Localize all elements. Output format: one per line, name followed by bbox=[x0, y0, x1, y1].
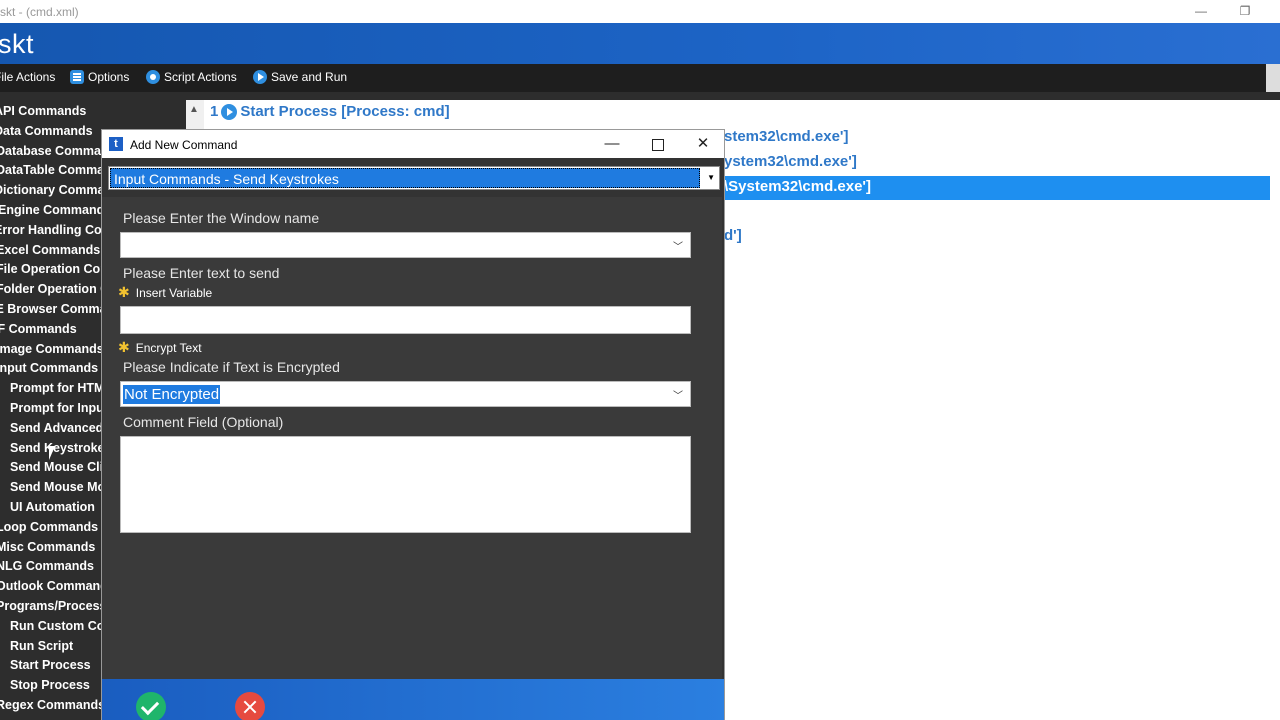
tree-category-item[interactable]: Data Commands bbox=[0, 122, 93, 140]
text-to-send-input[interactable] bbox=[120, 306, 691, 334]
command-select-value: Input Commands - Send Keystrokes bbox=[110, 168, 700, 188]
comment-label: Comment Field (Optional) bbox=[123, 414, 284, 430]
mouse-cursor-icon bbox=[49, 446, 55, 460]
window-titlebar: skt - (cmd.xml) — ❐ bbox=[0, 0, 1280, 23]
menu-script-actions[interactable]: Script Actions bbox=[146, 70, 237, 84]
menu-save-and-run-label: Save and Run bbox=[271, 70, 348, 84]
maximize-icon[interactable] bbox=[642, 134, 672, 154]
ok-button[interactable] bbox=[136, 692, 166, 720]
chevron-down-icon[interactable]: ▼ bbox=[707, 173, 715, 182]
app-name: skt bbox=[0, 29, 35, 59]
tree-category-item[interactable]: Engine Commands bbox=[0, 201, 111, 219]
app-banner: skt bbox=[0, 23, 1280, 64]
tree-category-item[interactable]: Image Commands bbox=[0, 340, 104, 358]
scroll-up-icon[interactable]: ▲ bbox=[189, 104, 199, 115]
add-command-dialog: t Add New Command — ✕ Input Commands - S… bbox=[101, 129, 725, 720]
encrypt-text-label: Encrypt Text bbox=[135, 340, 202, 355]
options-icon bbox=[70, 70, 84, 84]
dialog-footer bbox=[102, 679, 724, 720]
insert-variable-link[interactable]: ✱ Insert Variable bbox=[118, 284, 212, 301]
script-line-selected[interactable]: \System32\cmd.exe'] bbox=[724, 176, 1270, 200]
command-settings-panel: Please Enter the Window name ﹀ Please En… bbox=[102, 197, 722, 679]
tree-command-item[interactable]: Prompt for Input bbox=[10, 399, 108, 417]
restore-icon[interactable]: ❐ bbox=[1233, 2, 1257, 20]
menu-save-and-run[interactable]: Save and Run bbox=[253, 70, 347, 84]
close-icon[interactable]: ✕ bbox=[688, 134, 718, 154]
tree-category-item[interactable]: API Commands bbox=[0, 102, 86, 120]
tree-category-item[interactable]: Loop Commands bbox=[0, 518, 98, 536]
window-title: skt - (cmd.xml) bbox=[0, 5, 79, 19]
menu-options-label: Options bbox=[88, 70, 130, 84]
tree-command-item[interactable]: UI Automation bbox=[10, 498, 95, 516]
encrypted-select[interactable]: Not Encrypted ﹀ bbox=[120, 381, 691, 407]
gear-icon bbox=[146, 70, 160, 84]
tree-category-item[interactable]: NLG Commands bbox=[0, 557, 94, 575]
chevron-down-icon[interactable]: ﹀ bbox=[673, 238, 683, 253]
play-icon bbox=[221, 103, 238, 120]
chevron-down-icon[interactable]: ﹀ bbox=[673, 387, 683, 402]
tree-command-item[interactable]: Stop Process bbox=[10, 676, 90, 694]
star-icon: ✱ bbox=[118, 284, 130, 300]
line-text: Start Process [Process: cmd] bbox=[240, 103, 450, 120]
tree-category-item[interactable]: Excel Commands bbox=[0, 241, 100, 259]
dialog-titlebar: t Add New Command — ✕ bbox=[102, 130, 724, 158]
menu-file-actions[interactable]: File Actions bbox=[0, 70, 55, 84]
menu-bar: File Actions Options Script Actions Save… bbox=[0, 64, 1280, 92]
encrypted-label: Please Indicate if Text is Encrypted bbox=[123, 359, 340, 375]
tree-command-item[interactable]: Send Keystrokes bbox=[10, 439, 111, 457]
menu-script-actions-label: Script Actions bbox=[164, 70, 237, 84]
star-icon: ✱ bbox=[118, 339, 130, 355]
play-icon bbox=[253, 70, 267, 84]
command-select[interactable]: Input Commands - Send Keystrokes ▼ bbox=[108, 166, 720, 190]
tree-category-item[interactable]: Misc Commands bbox=[0, 538, 95, 556]
window-name-label: Please Enter the Window name bbox=[123, 210, 320, 226]
tree-category-item[interactable]: Regex Commands bbox=[0, 696, 105, 714]
dialog-title: Add New Command bbox=[130, 138, 238, 152]
menu-file-actions-label: File Actions bbox=[0, 70, 56, 84]
encrypted-value: Not Encrypted bbox=[123, 385, 221, 404]
tree-category-item[interactable]: Outlook Commands bbox=[0, 577, 115, 595]
tree-command-item[interactable]: Run Script bbox=[10, 637, 73, 655]
script-line[interactable]: stem32\cmd.exe'] bbox=[724, 128, 848, 145]
comment-textarea[interactable] bbox=[120, 436, 691, 533]
cancel-button[interactable] bbox=[235, 692, 265, 720]
window-name-select[interactable]: ﹀ bbox=[120, 232, 691, 258]
script-line[interactable]: 1 Start Process [Process: cmd] bbox=[210, 103, 450, 120]
minimize-icon[interactable]: — bbox=[1189, 2, 1213, 20]
scrollbar[interactable] bbox=[1266, 64, 1280, 92]
tree-category-item[interactable]: Input Commands bbox=[0, 359, 98, 377]
tree-category-item[interactable]: IF Commands bbox=[0, 320, 77, 338]
tree-command-item[interactable]: Start Process bbox=[10, 656, 91, 674]
minimize-icon[interactable]: — bbox=[597, 134, 627, 154]
script-line[interactable]: d'] bbox=[724, 227, 742, 244]
encrypt-text-link[interactable]: ✱ Encrypt Text bbox=[118, 339, 202, 356]
script-line[interactable]: ystem32\cmd.exe'] bbox=[724, 153, 857, 170]
insert-variable-label: Insert Variable bbox=[135, 285, 213, 300]
text-to-send-label: Please Enter text to send bbox=[123, 265, 280, 281]
line-number: 1 bbox=[210, 103, 219, 120]
app-logo-icon: t bbox=[109, 137, 123, 151]
menu-options[interactable]: Options bbox=[70, 70, 129, 84]
